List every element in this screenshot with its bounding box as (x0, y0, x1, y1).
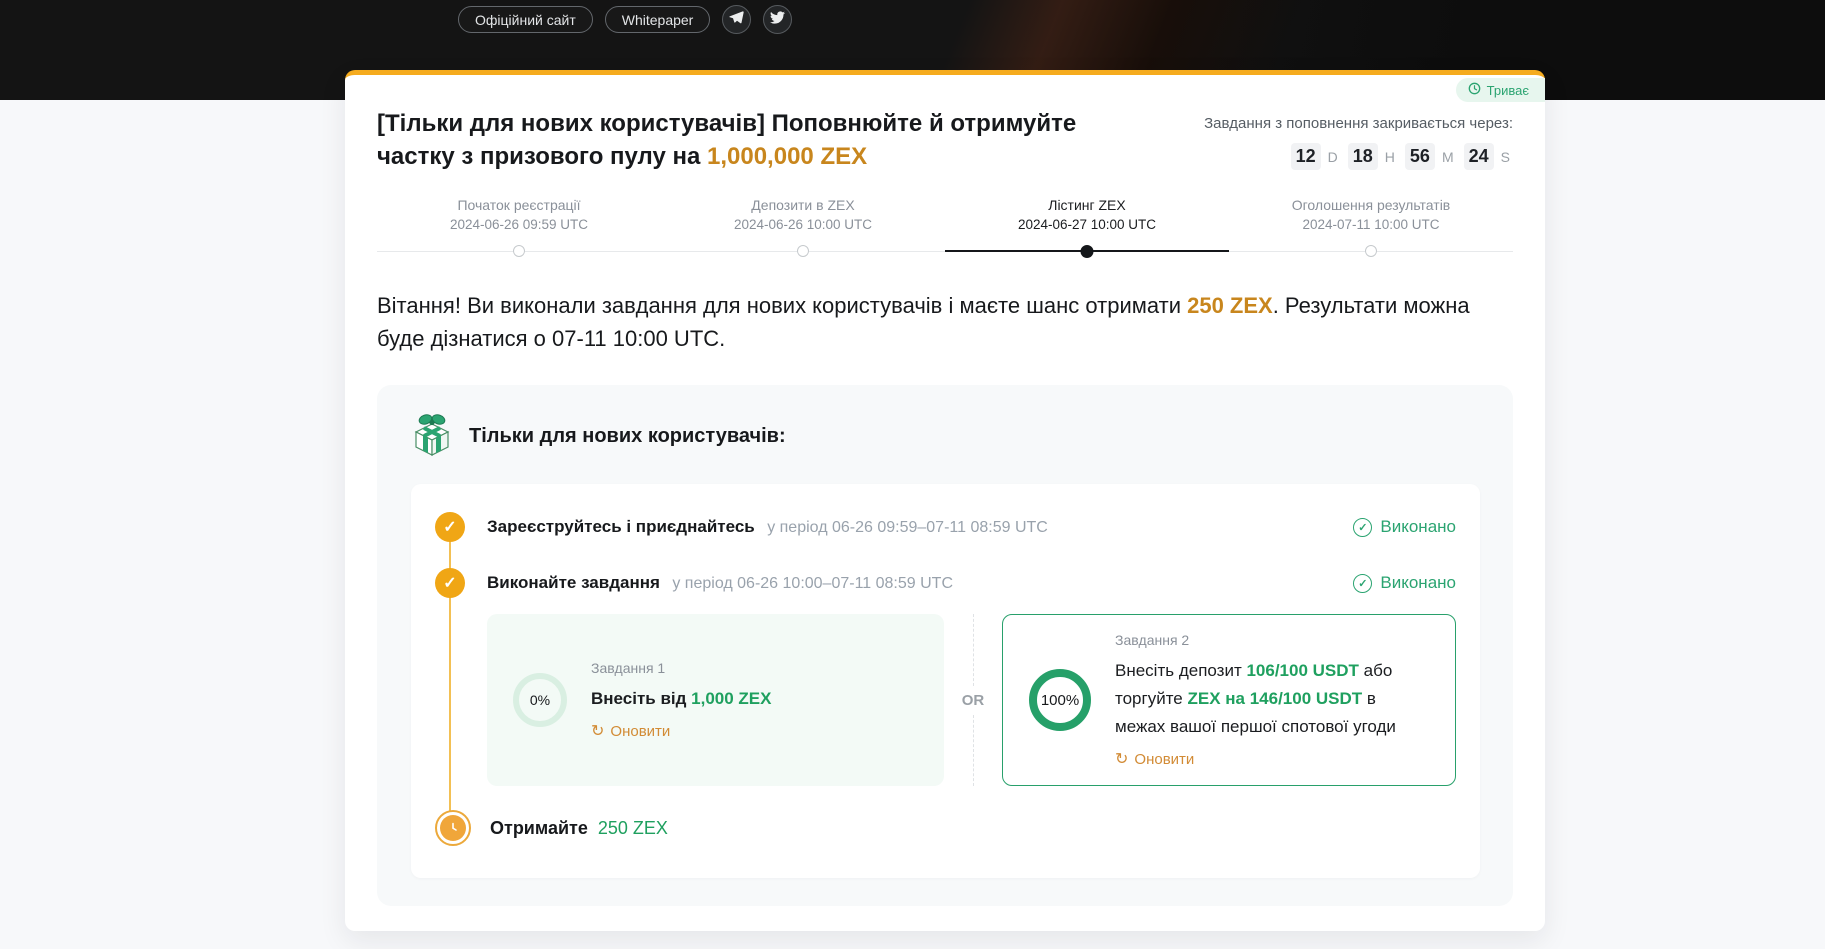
whitepaper-button[interactable]: Whitepaper (604, 6, 711, 33)
check-outline-icon: ✓ (1353, 573, 1373, 593)
reward-title: Отримайте (490, 817, 588, 838)
congrats-message: Вітання! Ви виконали завдання для нових … (377, 293, 1470, 351)
check-circle-icon: ✓ (435, 568, 465, 598)
campaign-card: Триває [Тільки для нових користувачів] П… (345, 70, 1545, 931)
timeline-step-listing: Лістинг ZEX 2024-06-27 10:00 UTC (945, 197, 1229, 259)
countdown-label: Завдання з поповнення закривається через… (1204, 115, 1513, 132)
countdown-hours: 18 (1347, 143, 1378, 170)
timeline-dot (513, 245, 525, 257)
new-users-section: Тільки для нових користувачів: ✓ Зареєст… (377, 385, 1513, 906)
pending-clock-icon (435, 810, 471, 846)
check-circle-icon: ✓ (435, 512, 465, 542)
countdown-minutes: 56 (1404, 143, 1435, 170)
prize-pool-amount: 1,000,000 ZEX (707, 143, 868, 170)
countdown-days: 12 (1290, 143, 1321, 170)
gift-icon (411, 411, 453, 462)
task-options-row: 0% Завдання 1 Внесіть від 1,000 ZEX ↻ Он… (487, 614, 1456, 786)
task2-refresh-button[interactable]: ↻ Оновити (1115, 751, 1429, 768)
task2-progress-ring: 100% (1029, 669, 1091, 731)
task-register-period: у період 06-26 09:59–07-11 08:59 UTC (767, 519, 1048, 536)
task1-progress-ring: 0% (513, 673, 567, 727)
or-label: OR (961, 691, 985, 709)
official-site-button[interactable]: Офіційний сайт (458, 6, 593, 33)
refresh-icon: ↻ (591, 722, 605, 740)
status-done-badge: ✓ Виконано (1353, 517, 1456, 537)
clock-icon (1468, 82, 1481, 98)
or-divider: OR (944, 614, 1002, 786)
timeline-step-deposits: Депозити в ZEX 2024-06-26 10:00 UTC (661, 197, 945, 259)
task-complete-title: Виконайте завдання (487, 573, 660, 592)
task-register-title: Зареєструйтесь і приєднайтесь (487, 517, 755, 536)
task1-box: 0% Завдання 1 Внесіть від 1,000 ZEX ↻ Он… (487, 614, 944, 786)
task2-label: Завдання 2 (1115, 632, 1190, 648)
telegram-icon (729, 10, 745, 30)
twitter-button[interactable] (763, 5, 793, 34)
task-row-complete: ✓ Виконайте завдання у період 06-26 10:0… (435, 568, 1456, 598)
status-badge-label: Триває (1486, 82, 1529, 98)
section-title: Тільки для нових користувачів: (469, 425, 786, 447)
congrats-reward-amount: 250 ZEX (1187, 293, 1273, 318)
check-outline-icon: ✓ (1353, 517, 1373, 537)
task2-box: 100% Завдання 2 Внесіть депозит 106/100 … (1002, 614, 1456, 786)
refresh-icon: ↻ (1115, 750, 1129, 768)
reward-amount: 250 ZEX (597, 817, 668, 838)
countdown: Завдання з поповнення закривається через… (1204, 107, 1513, 173)
task1-label: Завдання 1 (591, 660, 666, 676)
timeline-step-registration: Початок реєстрації 2024-06-26 09:59 UTC (377, 197, 661, 259)
timeline-dot (1365, 245, 1377, 257)
timeline-step-results: Оголошення результатів 2024-07-11 10:00 … (1229, 197, 1513, 259)
twitter-icon (770, 10, 786, 30)
status-done-badge: ✓ Виконано (1353, 573, 1456, 593)
telegram-button[interactable] (722, 5, 752, 34)
status-badge: Триває (1455, 78, 1545, 102)
tasks-card: ✓ Зареєструйтесь і приєднайтесь у період… (411, 484, 1480, 878)
countdown-seconds: 24 (1463, 143, 1494, 170)
page-title: [Тільки для нових користувачів] Поповнюй… (377, 110, 1077, 170)
timeline-dot (797, 245, 809, 257)
task-row-register: ✓ Зареєструйтесь і приєднайтесь у період… (435, 512, 1456, 542)
task1-refresh-button[interactable]: ↻ Оновити (591, 723, 771, 740)
timeline: Початок реєстрації 2024-06-26 09:59 UTC … (377, 197, 1513, 259)
task2-text: Внесіть депозит 106/100 USDT або торгуйт… (1115, 661, 1396, 736)
task-complete-period: у період 06-26 10:00–07-11 08:59 UTC (672, 575, 953, 592)
task1-text: Внесіть від 1,000 ZEX (591, 689, 772, 708)
timeline-dot-active (1080, 245, 1094, 258)
reward-row: Отримайте 250 ZEX (435, 810, 1456, 846)
topbar-actions: Офіційний сайт Whitepaper (458, 5, 793, 34)
